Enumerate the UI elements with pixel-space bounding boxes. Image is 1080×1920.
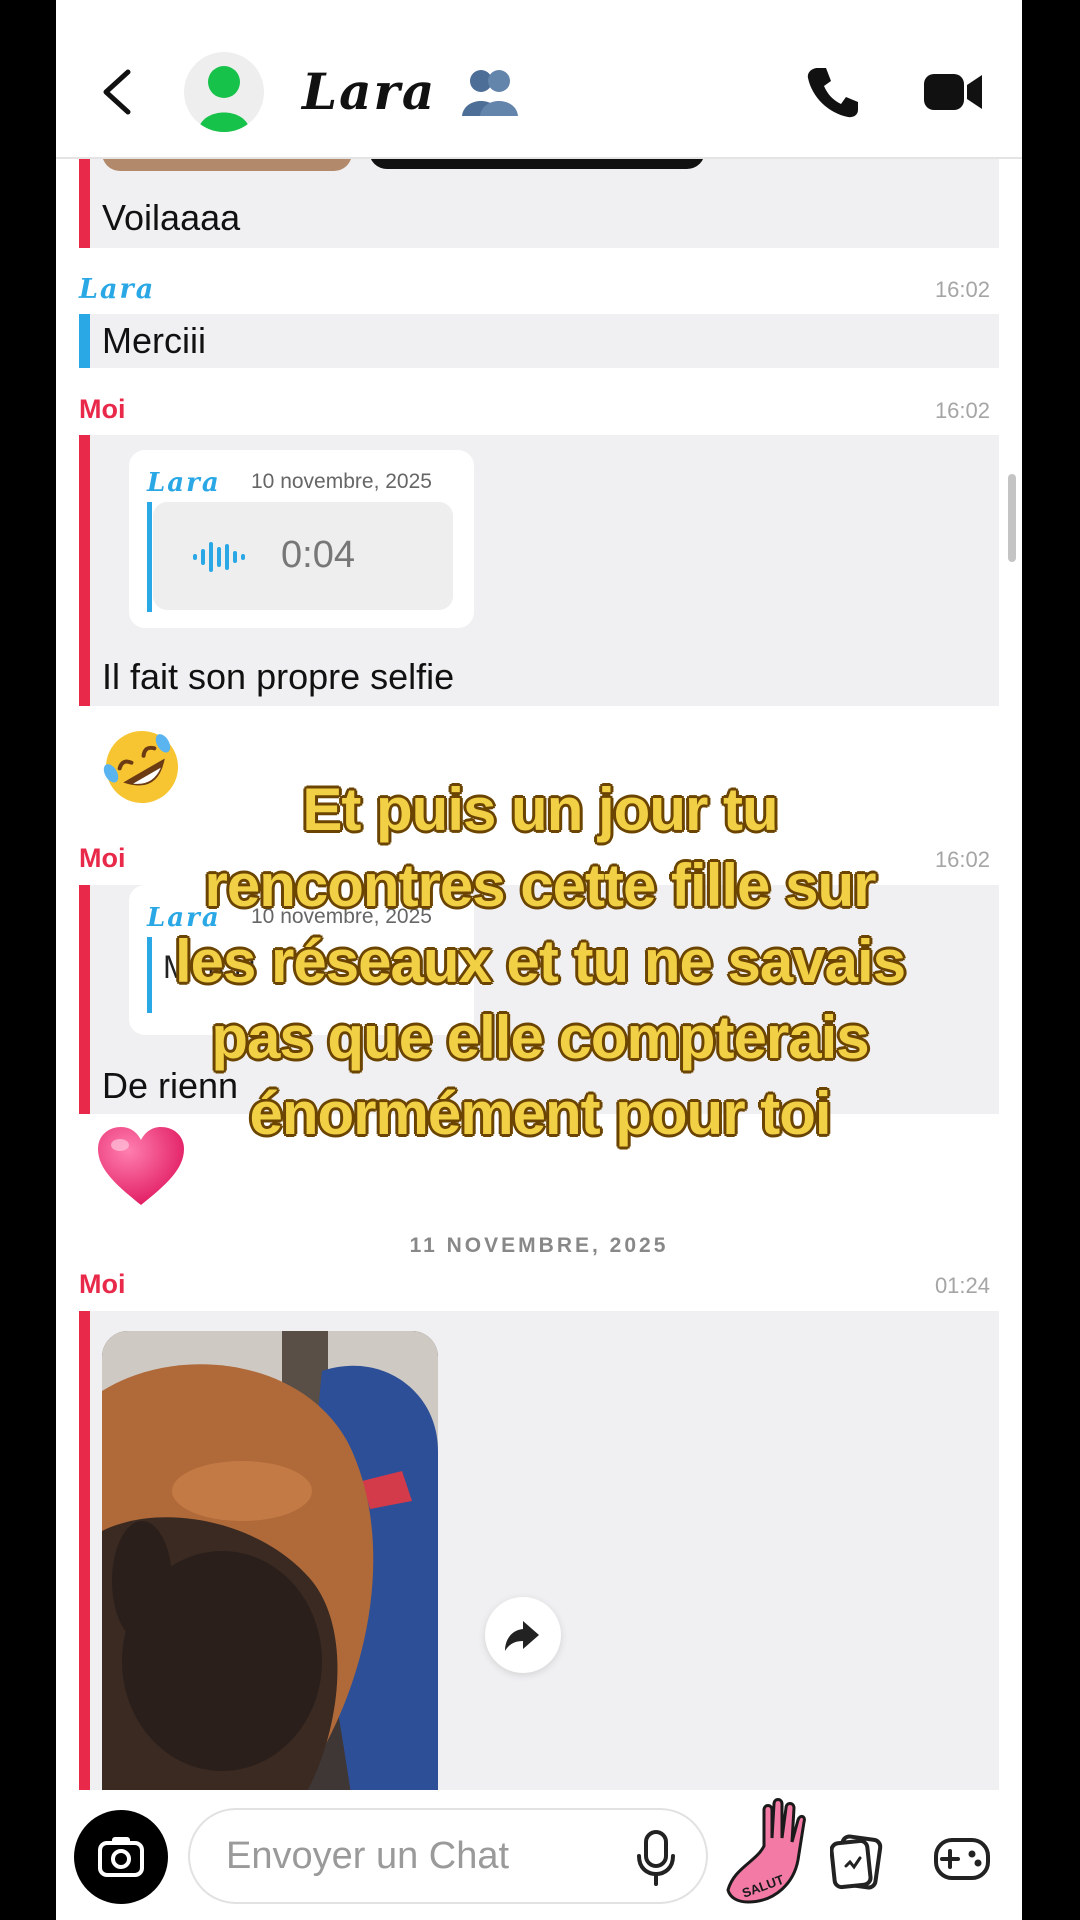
date-separator: 11 NOVEMBRE, 2025: [409, 1234, 669, 1257]
chat-input[interactable]: Envoyer un Chat: [188, 1808, 708, 1904]
sender-accent-bar: [79, 435, 90, 706]
message-time: 01:24: [934, 1273, 990, 1298]
caption-line: rencontres cette fille sur: [204, 852, 877, 919]
message-text: Voilaaaa: [102, 197, 241, 238]
message-time: 16:02: [934, 398, 990, 423]
share-button[interactable]: [485, 1597, 561, 1673]
chat-input-placeholder: Envoyer un Chat: [226, 1835, 510, 1877]
message-text: Il fait son propre selfie: [102, 656, 455, 697]
chat-header: Lara: [56, 0, 1022, 159]
salut-hand-sticker-icon: SALUT: [726, 1798, 806, 1904]
phone-icon[interactable]: [804, 64, 860, 120]
voice-note-duration: 0:04: [281, 534, 355, 576]
overlay-caption: Et puis un jour tu rencontres cette fill…: [0, 772, 1080, 1152]
sender-name: Moi: [79, 394, 126, 424]
waveform-icon: [193, 542, 245, 572]
memories-icon[interactable]: [830, 1834, 886, 1890]
bitmoji-avatar-icon[interactable]: [184, 52, 264, 132]
share-arrow-icon: [505, 1621, 539, 1651]
caption-line: pas que elle compterais: [211, 1004, 869, 1071]
message-bubble[interactable]: Voilaaaa: [79, 157, 999, 248]
quoted-sender-name: Lara: [147, 468, 221, 498]
message-text: Merciii: [102, 320, 206, 361]
caption-line: Et puis un jour tu: [302, 776, 778, 843]
video-camera-icon[interactable]: [924, 70, 982, 114]
scrollbar[interactable]: [1008, 474, 1016, 562]
quoted-message[interactable]: Lara 10 novembre, 2025 0:04: [129, 450, 474, 628]
dog-photo[interactable]: [102, 1331, 438, 1790]
sender-accent-bar: [79, 314, 90, 368]
friends-group-icon: [462, 70, 518, 116]
camera-button[interactable]: [74, 1810, 168, 1904]
message-bubble[interactable]: Merciii: [79, 314, 999, 368]
sender-accent-bar: [79, 1311, 90, 1790]
media-thumbnail[interactable]: [102, 157, 352, 171]
caption-line: les réseaux et tu ne savais: [174, 928, 906, 995]
contact-name[interactable]: Lara: [302, 62, 436, 121]
sender-name: Moi: [79, 1269, 126, 1299]
caption-line: énormément pour toi: [249, 1080, 831, 1147]
camera-icon: [98, 1837, 144, 1877]
salut-sticker-button[interactable]: SALUT: [720, 1798, 806, 1910]
quoted-date: 10 novembre, 2025: [251, 470, 432, 493]
quote-accent-bar: [147, 502, 152, 612]
message-bubble[interactable]: Lara 10 novembre, 2025 0:04 Il fait son …: [79, 435, 999, 706]
chat-composer: Envoyer un Chat SALUT: [56, 1790, 1022, 1920]
microphone-icon[interactable]: [636, 1830, 676, 1886]
message-time: 16:02: [934, 277, 990, 302]
sender-accent-bar: [79, 157, 90, 248]
voice-note[interactable]: 0:04: [153, 502, 453, 610]
chevron-left-icon[interactable]: [96, 66, 140, 118]
game-controller-icon[interactable]: [934, 1836, 990, 1882]
message-bubble[interactable]: [79, 1311, 999, 1790]
sender-name: Lara: [79, 274, 156, 305]
